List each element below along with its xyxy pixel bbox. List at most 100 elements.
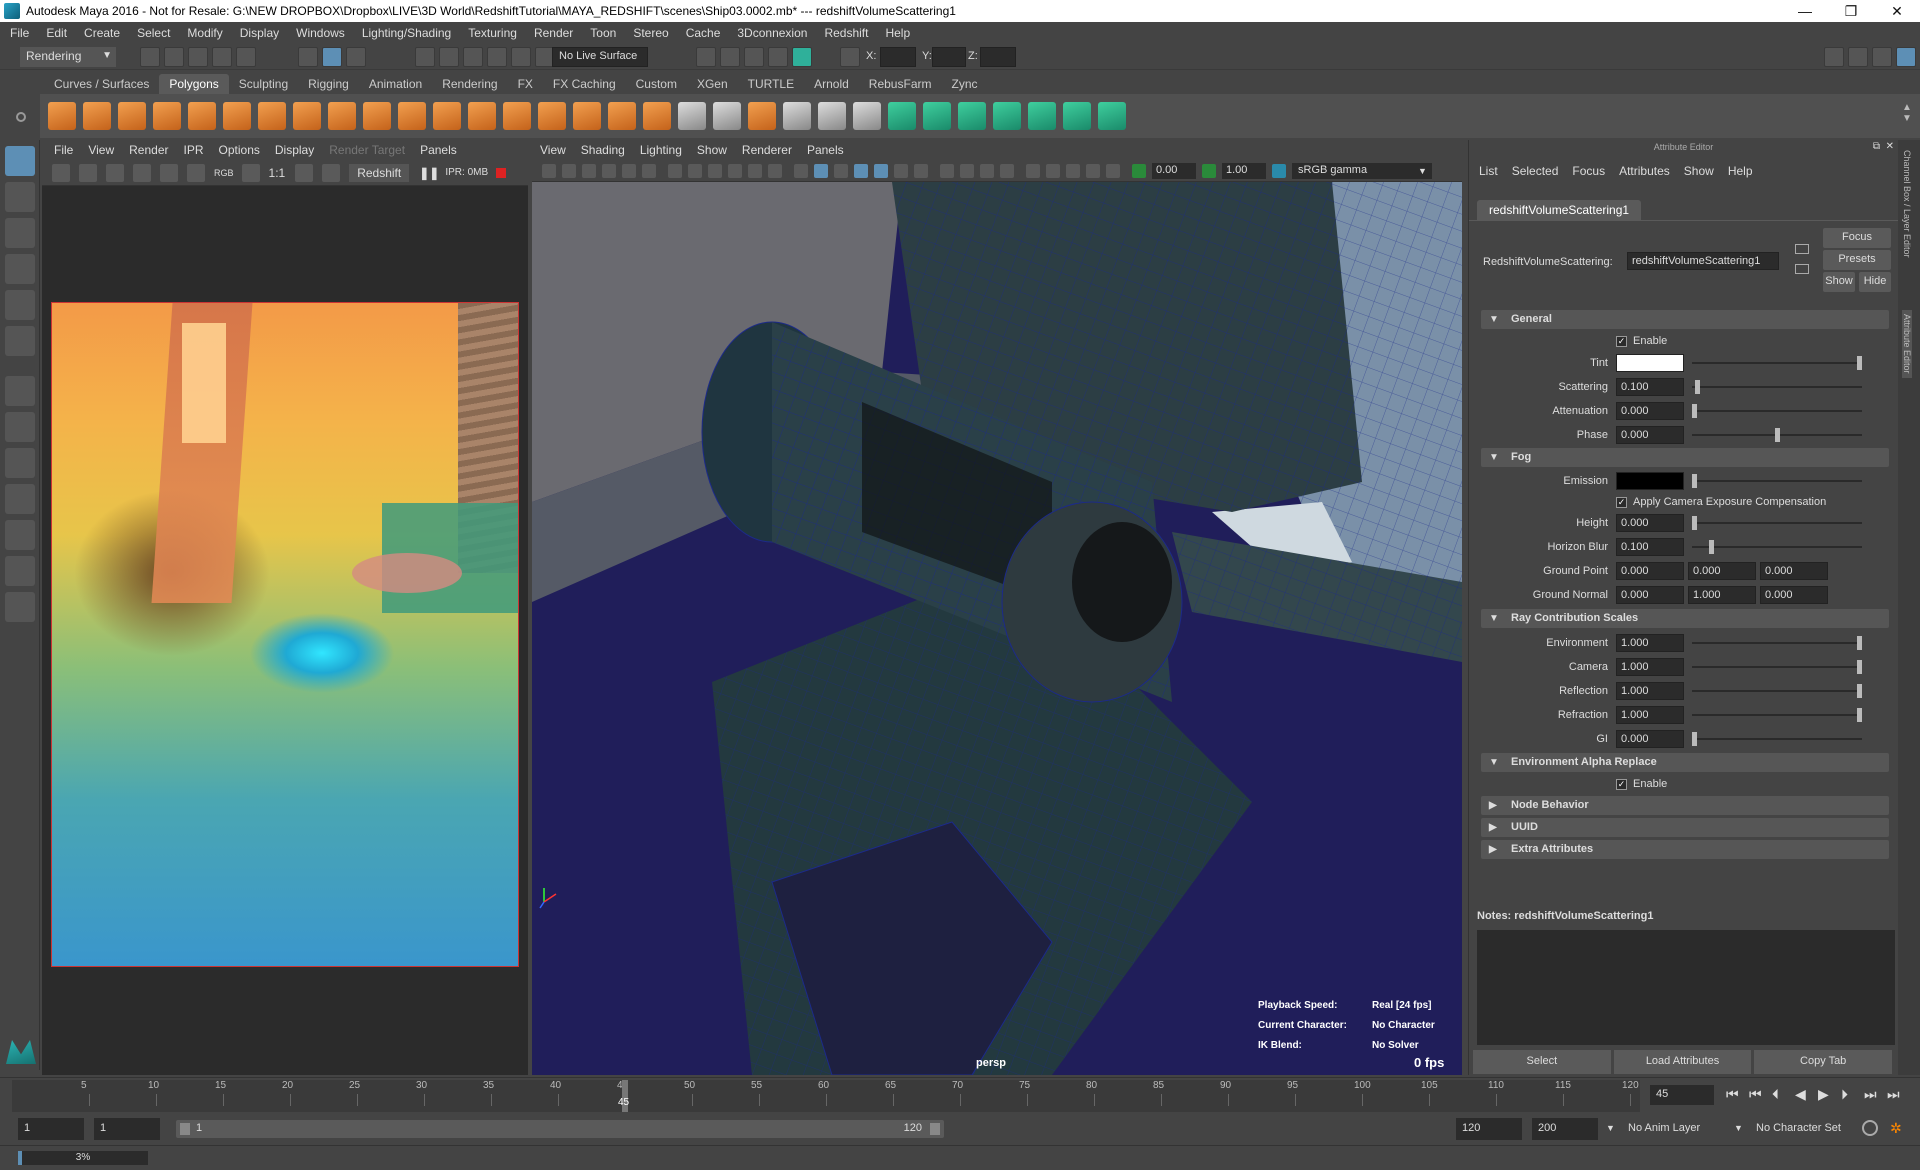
live-surface-field[interactable]: No Live Surface <box>552 47 648 67</box>
ae-menu-help[interactable]: Help <box>1728 164 1753 178</box>
shelf-tab-arnold[interactable]: Arnold <box>804 74 859 94</box>
node-tab[interactable]: redshiftVolumeScattering1 <box>1477 200 1642 220</box>
select-button[interactable]: Select <box>1473 1050 1611 1074</box>
ground-point-y[interactable]: 0.000 <box>1688 562 1756 580</box>
redshift-dome-icon[interactable] <box>923 102 951 130</box>
paint-select-tool-icon[interactable] <box>5 218 35 248</box>
section-node-behavior[interactable]: ▶ Node Behavior <box>1481 796 1889 815</box>
ground-normal-y[interactable]: 1.000 <box>1688 586 1756 604</box>
select-component-icon[interactable] <box>346 47 366 67</box>
tool-settings-icon[interactable] <box>1872 47 1892 67</box>
poly-cone-icon[interactable] <box>153 102 181 130</box>
attribute-editor-toggle-icon[interactable] <box>1896 47 1916 67</box>
section-extra-attributes[interactable]: ▶ Extra Attributes <box>1481 840 1889 859</box>
menu-help[interactable]: Help <box>885 26 910 40</box>
single-perspective-layout-icon[interactable] <box>5 376 35 406</box>
camera-icon[interactable] <box>542 163 556 178</box>
menu-toon[interactable]: Toon <box>590 26 616 40</box>
use-all-lights-icon[interactable] <box>894 163 908 178</box>
exposure-field[interactable]: 0.00 <box>1152 162 1196 179</box>
poly-pipe-icon[interactable] <box>293 102 321 130</box>
phase-slider[interactable] <box>1692 428 1862 442</box>
modeling-toolkit-icon[interactable] <box>1824 47 1844 67</box>
time-ruler[interactable]: 5 10 15 20 25 30 35 40 45 50 55 60 65 70 75 80 85 90 95 100… <box>12 1080 1640 1112</box>
exposure-icon[interactable] <box>1132 163 1146 178</box>
camera-field[interactable]: 1.000 <box>1616 658 1684 676</box>
shelf-settings-icon[interactable] <box>16 112 26 122</box>
close-panel-icon[interactable]: ✕ <box>1886 141 1894 152</box>
color-management-icon[interactable] <box>1272 163 1286 178</box>
poly-cylinder-icon[interactable] <box>118 102 146 130</box>
time-slider[interactable]: 5 10 15 20 25 30 35 40 45 50 55 60 65 70 75 80 85 90 95 100… <box>0 1077 1920 1113</box>
node-name-field[interactable]: redshiftVolumeScattering1 <box>1627 252 1779 270</box>
ratio-button[interactable]: 1:1 <box>269 166 286 180</box>
character-set-dropdown[interactable]: No Character Set <box>1750 1118 1860 1140</box>
x-ray-joints-icon[interactable] <box>1086 163 1100 178</box>
tint-swatch[interactable] <box>1616 354 1684 372</box>
enable-checkbox[interactable]: ✓ <box>1616 335 1627 347</box>
section-uuid[interactable]: ▶ UUID <box>1481 818 1889 837</box>
ground-normal-z[interactable]: 0.000 <box>1760 586 1828 604</box>
play-backwards-icon[interactable]: ◀ <box>1795 1086 1806 1103</box>
scattering-field[interactable]: 0.100 <box>1616 378 1684 396</box>
pause-icon[interactable]: ❚❚ <box>419 166 439 180</box>
shelf-tab-rigging[interactable]: Rigging <box>298 74 359 94</box>
section-ray-contribution[interactable]: ▼ Ray Contribution Scales <box>1481 609 1889 628</box>
animation-end-field[interactable]: 200 <box>1532 1118 1598 1140</box>
alpha-channel-icon[interactable] <box>241 163 260 182</box>
color-space-dropdown[interactable]: sRGB gamma <box>1292 162 1432 179</box>
snap-view-icon[interactable] <box>487 47 507 67</box>
output-connection-icon[interactable] <box>1795 264 1809 274</box>
side-by-side-layout-icon[interactable] <box>5 448 35 478</box>
menu-display[interactable]: Display <box>240 26 279 40</box>
hypershade-layout-icon[interactable] <box>5 556 35 586</box>
lasso-tool-icon[interactable] <box>5 182 35 212</box>
menu-set-dropdown[interactable]: Rendering ▼ <box>20 47 116 67</box>
shadows-icon[interactable] <box>914 163 928 178</box>
rgb-channel[interactable]: RGB <box>214 168 234 178</box>
shelf-tab-custom[interactable]: Custom <box>626 74 687 94</box>
load-attributes-button[interactable]: Load Attributes <box>1613 1050 1752 1074</box>
viewport-menu-renderer[interactable]: Renderer <box>742 143 792 157</box>
ae-menu-show[interactable]: Show <box>1684 164 1714 178</box>
viewport-menu-show[interactable]: Show <box>697 143 727 157</box>
render-region-icon[interactable] <box>79 163 97 182</box>
render-current-icon[interactable] <box>696 47 716 67</box>
menu-redshift[interactable]: Redshift <box>824 26 868 40</box>
shelf-tab-rendering[interactable]: Rendering <box>432 74 507 94</box>
layout-options-icon[interactable] <box>5 592 35 622</box>
apply-exposure-checkbox[interactable]: ✓ <box>1616 496 1627 508</box>
menu-3dconnexion[interactable]: 3Dconnexion <box>737 26 807 40</box>
automatic-mapping-icon[interactable] <box>853 102 881 130</box>
redshift-volume-icon[interactable] <box>1098 102 1126 130</box>
smooth-shade-icon[interactable] <box>814 163 828 178</box>
four-view-layout-icon[interactable] <box>5 412 35 442</box>
multi-cut-icon[interactable] <box>713 102 741 130</box>
menu-render[interactable]: Render <box>534 26 573 40</box>
render-menu-render[interactable]: Render <box>129 143 168 157</box>
gamma-field[interactable]: 1.00 <box>1222 162 1266 179</box>
range-start-handle[interactable] <box>180 1123 190 1135</box>
renderer-button[interactable]: Redshift <box>349 163 410 182</box>
move-tool-icon[interactable] <box>5 254 35 284</box>
redo-icon[interactable] <box>236 47 256 67</box>
undo-icon[interactable] <box>212 47 232 67</box>
render-menu-view[interactable]: View <box>88 143 114 157</box>
poly-cube-icon[interactable] <box>83 102 111 130</box>
current-frame-field[interactable]: 45 <box>1650 1085 1714 1105</box>
ae-menu-focus[interactable]: Focus <box>1572 164 1605 178</box>
viewport-menu-panels[interactable]: Panels <box>807 143 844 157</box>
emission-slider[interactable] <box>1692 474 1862 488</box>
refraction-slider[interactable] <box>1692 708 1862 722</box>
step-back-frame-icon[interactable]: ⏴ <box>1772 1086 1779 1103</box>
redshift-sun-icon[interactable] <box>958 102 986 130</box>
environment-slider[interactable] <box>1692 636 1862 650</box>
rotate-tool-icon[interactable] <box>5 290 35 320</box>
hypershade-icon[interactable] <box>768 47 788 67</box>
menu-texturing[interactable]: Texturing <box>468 26 517 40</box>
render-menu-display[interactable]: Display <box>275 143 314 157</box>
shelf-tab-fx-caching[interactable]: FX Caching <box>543 74 626 94</box>
phase-field[interactable]: 0.000 <box>1616 426 1684 444</box>
depth-of-field-icon[interactable] <box>1000 163 1014 178</box>
section-environment-alpha[interactable]: ▼ Environment Alpha Replace <box>1481 753 1889 772</box>
